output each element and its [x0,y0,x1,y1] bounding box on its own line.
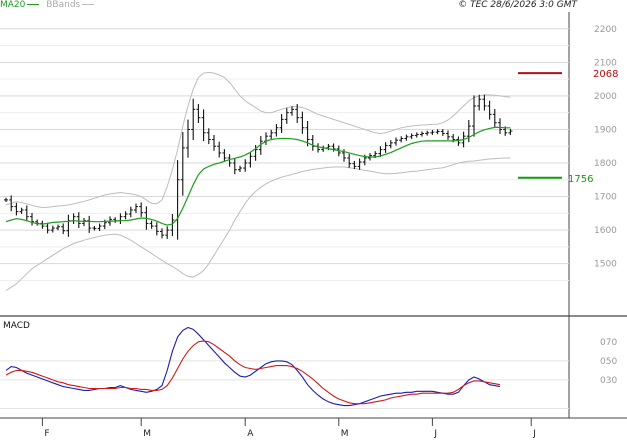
price-tick-label-7: 2200 [594,25,617,35]
legend-swatch-bbands [82,4,95,5]
x-tick-label-3: M [341,429,349,439]
price-tick-label-4: 1900 [594,125,617,135]
bbands-upper-line [5,71,511,209]
ma20-line [5,126,511,226]
legend-swatch-ma20 [27,4,40,5]
price-tick-label-6: 2100 [594,58,617,68]
macd-tick-label-2: 070 [600,338,617,348]
bbands-lower-line [5,157,511,291]
macd-title: MACD [3,321,30,331]
x-tick-label-1: M [143,429,151,439]
x-tick-label-4: J [433,429,437,439]
legend-label-ma20: MA20 [0,0,26,10]
level-label-1: 1756 [568,174,593,185]
price-tick-label-0: 1500 [594,260,617,270]
legend-item-bbands: BBands [46,0,95,11]
price-tick-label-5: 2000 [594,92,617,102]
x-tick-label-2: A [247,429,254,439]
price-tick-label-1: 1600 [594,226,617,236]
macd-tick-label-1: 050 [600,357,617,367]
macd-tick-label-0: 030 [600,376,617,386]
price-tick-label-3: 1800 [594,159,617,169]
copyright-timestamp: © TEC 28/6/2026 3:0 GMT [458,0,577,10]
chart-area: 1500 1600 1700 1800 1900 2000 2100 2200 030 050 07… [0,0,627,440]
macd-series-line-1 [5,340,501,405]
legend-label-bbands: BBands [46,0,81,10]
x-tick-label-5: J [532,429,536,439]
price-tick-label-2: 1700 [594,193,617,203]
x-tick-label-0: F [44,429,49,439]
level-label-0: 2068 [593,69,618,80]
macd-series-line-0 [5,326,501,407]
chart-svg: 1500 1600 1700 1800 1900 2000 2100 2200 030 050 07… [0,12,627,439]
chart-legend: MA20 BBands [0,0,98,12]
legend-item-ma20: MA20 [0,0,40,11]
